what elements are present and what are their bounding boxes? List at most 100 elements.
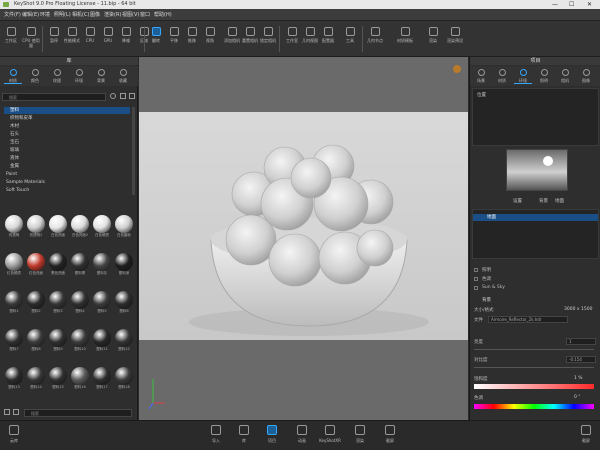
material-thumbnail[interactable]: 黑色亮面 bbox=[48, 253, 68, 277]
material-thumbnail[interactable]: 塑料18 bbox=[114, 367, 134, 391]
grid-view-icon[interactable] bbox=[4, 409, 10, 415]
studio-button[interactable]: 工作室 bbox=[283, 24, 301, 54]
material-thumbnail[interactable]: 塑料6 bbox=[114, 291, 134, 315]
material-thumbnail[interactable]: 塑料9 bbox=[48, 329, 68, 353]
material-thumbnail[interactable]: 塑料5 bbox=[92, 291, 112, 315]
tab-scene[interactable]: 场景 bbox=[472, 68, 490, 84]
render-canvas[interactable] bbox=[139, 112, 468, 340]
tone-checkbox[interactable] bbox=[474, 277, 478, 281]
viewport-lock-icon[interactable] bbox=[453, 65, 461, 73]
menu-item[interactable]: 帮助(H) bbox=[154, 11, 172, 18]
tools-button[interactable]: 工具 bbox=[341, 24, 359, 54]
material-thumbnail[interactable]: 亮透明 bbox=[4, 215, 24, 239]
tumble-button[interactable]: 翻转 bbox=[147, 24, 165, 54]
material-thumbnail[interactable]: 塑料7 bbox=[4, 329, 24, 353]
screenshot-right-button[interactable]: 截屏 bbox=[576, 425, 596, 449]
tree-item[interactable]: Sample Materials bbox=[0, 179, 126, 186]
dolly-button[interactable]: 推移 bbox=[183, 24, 201, 54]
cpu-button[interactable]: CPU bbox=[81, 24, 99, 54]
maximize-icon[interactable]: ☐ bbox=[569, 0, 574, 9]
animation-button[interactable]: 动画 bbox=[292, 425, 312, 449]
hdri-file-field[interactable]: Armoire_Reflector_2k.hdr bbox=[488, 316, 568, 323]
material-thumbnail[interactable]: 塑料13 bbox=[4, 367, 24, 391]
material-thumbnail[interactable]: 白色磨砂 bbox=[114, 215, 134, 239]
add-camera-button[interactable]: 添加相机 bbox=[223, 24, 241, 54]
performance-mode-button[interactable]: 性能模式 bbox=[63, 24, 81, 54]
menu-item[interactable]: 编辑(E) bbox=[22, 11, 39, 18]
workspace-button[interactable]: 工作区 bbox=[2, 24, 20, 54]
menu-item[interactable]: 文件(F) bbox=[4, 11, 21, 18]
contrast-field[interactable]: -0.154 bbox=[566, 356, 596, 363]
material-thumbnail[interactable]: 红色硬质 bbox=[4, 253, 24, 277]
sun-sky-checkbox[interactable] bbox=[474, 286, 478, 290]
brightness-field[interactable]: 1 bbox=[566, 338, 596, 345]
configurator-button[interactable]: 配置器 bbox=[319, 24, 337, 54]
tree-item[interactable]: 石头 bbox=[4, 131, 130, 138]
tab-materials[interactable]: 材质 bbox=[4, 68, 22, 84]
cpu-usage-button[interactable]: CPU 使用量 bbox=[22, 24, 40, 54]
tab-favorites[interactable]: 收藏 bbox=[114, 68, 132, 84]
gpu-button[interactable]: GPU bbox=[99, 24, 117, 54]
material-thumbnail[interactable]: 亮透明2 bbox=[26, 215, 46, 239]
settings-link[interactable]: 设置 bbox=[513, 198, 522, 204]
tab-image[interactable]: 图像 bbox=[577, 68, 595, 84]
menu-item[interactable]: 环境 bbox=[40, 11, 50, 18]
render-bottom-button[interactable]: 渲染 bbox=[350, 425, 370, 449]
grid-search-input[interactable]: 搜索 bbox=[24, 409, 132, 417]
material-thumbnail[interactable]: 塑料8 bbox=[26, 329, 46, 353]
tree-item[interactable]: Paint bbox=[0, 171, 126, 178]
menu-item[interactable]: 渲染(R) bbox=[104, 11, 121, 18]
env-item-selected[interactable]: 地面 bbox=[473, 214, 598, 221]
tree-item[interactable]: 塑料 bbox=[4, 107, 130, 114]
material-thumbnail[interactable]: 塑料4 bbox=[70, 291, 90, 315]
brightness-slider[interactable] bbox=[474, 349, 594, 350]
tab-textures[interactable]: 纹理 bbox=[48, 68, 66, 84]
pan-button[interactable]: 平移 bbox=[165, 24, 183, 54]
tab-material[interactable]: 材质 bbox=[493, 68, 511, 84]
contrast-slider[interactable] bbox=[474, 367, 594, 368]
material-thumbnail[interactable]: 白色硬质 bbox=[92, 215, 112, 239]
background-link[interactable]: 背景 bbox=[539, 198, 548, 204]
saturation-slider[interactable] bbox=[474, 384, 594, 389]
material-thumbnail[interactable]: 塑料16 bbox=[70, 367, 90, 391]
cloud-library-button[interactable]: 云库 bbox=[4, 425, 24, 449]
render-preset-button[interactable]: 渲染预设 bbox=[446, 24, 464, 54]
material-thumbnail[interactable]: 塑料灰 bbox=[92, 253, 112, 277]
screenshot-button[interactable]: 截屏 bbox=[380, 425, 400, 449]
material-thumbnail[interactable]: 塑料1 bbox=[4, 291, 24, 315]
pause-button[interactable]: 暂停 bbox=[45, 24, 63, 54]
tab-backplates[interactable]: 背景 bbox=[92, 68, 110, 84]
tree-item[interactable]: 液体 bbox=[4, 155, 130, 162]
material-thumbnail[interactable]: 塑料17 bbox=[92, 367, 112, 391]
tab-colors[interactable]: 颜色 bbox=[26, 68, 44, 84]
real-time-viewport[interactable] bbox=[139, 57, 468, 420]
denoise-button[interactable]: 降噪 bbox=[117, 24, 135, 54]
env-root-item[interactable]: 位置 bbox=[477, 92, 486, 98]
material-thumbnail[interactable]: 塑料12 bbox=[114, 329, 134, 353]
tab-environment[interactable]: 环境 bbox=[514, 68, 532, 84]
geometry-view-button[interactable]: 几何视图 bbox=[301, 24, 319, 54]
material-thumbnail[interactable]: 塑料15 bbox=[48, 367, 68, 391]
tree-item[interactable]: 玻璃 bbox=[4, 147, 130, 154]
material-template-button[interactable]: 材质模板 bbox=[396, 24, 414, 54]
menu-item[interactable]: 视图(V) bbox=[122, 11, 139, 18]
close-icon[interactable]: ✕ bbox=[587, 0, 592, 9]
reset-camera-button[interactable]: 重置相机 bbox=[241, 24, 259, 54]
tree-item[interactable]: 宝石 bbox=[4, 139, 130, 146]
tree-item[interactable]: 金属 bbox=[4, 163, 130, 170]
refresh-icon[interactable] bbox=[110, 93, 116, 99]
menu-item[interactable]: 窗口 bbox=[140, 11, 150, 18]
material-thumbnail[interactable]: 塑料深 bbox=[114, 253, 134, 277]
material-thumbnail[interactable]: 红色亮面 bbox=[26, 253, 46, 277]
geometry-nodes-button[interactable]: 几何节点 bbox=[366, 24, 384, 54]
tree-scrollbar[interactable] bbox=[132, 107, 135, 195]
menu-item[interactable]: 图像 bbox=[90, 11, 100, 18]
tree-item[interactable]: 木材 bbox=[4, 123, 130, 130]
material-thumbnail[interactable]: 塑料黑 bbox=[70, 253, 90, 277]
tab-lighting[interactable]: 照明 bbox=[535, 68, 553, 84]
import-button[interactable]: 导入 bbox=[206, 425, 226, 449]
download-icon[interactable] bbox=[129, 93, 135, 99]
library-search-input[interactable]: 搜索 bbox=[2, 93, 106, 101]
library-button[interactable]: 库 bbox=[234, 425, 254, 449]
material-thumbnail[interactable]: 白色亮面2 bbox=[70, 215, 90, 239]
